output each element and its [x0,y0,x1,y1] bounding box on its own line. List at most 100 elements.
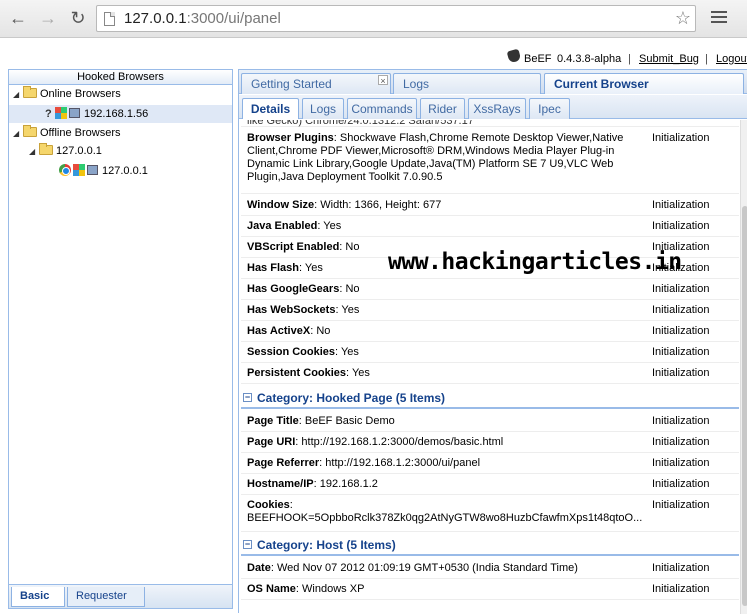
scrollbar-thumb[interactable] [742,206,747,606]
windows-logo-icon [73,164,85,176]
table-row[interactable]: Page URI: http://192.168.1.2:3000/demos/… [241,432,739,453]
address-bar[interactable]: 127.0.0.1:3000/ui/panel ☆ [96,5,696,32]
table-row[interactable]: Has GoogleGears: No Initialization [241,279,739,300]
collapse-triangle-icon[interactable]: ◢ [13,125,23,143]
collapse-triangle-icon[interactable]: ◢ [29,143,39,161]
tree-node-online-browsers[interactable]: ◢ Online Browsers [13,85,231,103]
main-panel: Getting Started × Logs Current Browser D… [238,69,747,614]
page-icon [104,12,115,26]
url-path: :3000/ui/panel [186,10,281,27]
reload-icon[interactable]: ↻ [68,8,88,28]
table-row[interactable]: Session Cookies: Yes Initialization [241,342,739,363]
collapse-toggle-icon[interactable]: − [243,540,252,549]
row-value: BeEF Basic Demo [304,415,395,427]
row-source: Initialization [652,499,710,511]
table-row[interactable]: Java Enabled: Yes Initialization [241,216,739,237]
subtab-rider[interactable]: Rider [420,98,465,119]
row-label: Java Enabled [247,220,318,232]
row-source: Initialization [652,304,710,316]
category-label: Category: Host (5 Items) [257,538,396,552]
submit-bug-link[interactable]: Submit_Bug [639,53,699,65]
row-content: Has GoogleGears: No [247,283,360,295]
tab-logs[interactable]: Logs [393,73,541,94]
row-label: Has Flash [247,262,299,274]
row-label: Has GoogleGears [247,283,340,295]
table-row[interactable]: Has ActiveX: No Initialization [241,321,739,342]
beef-logo-icon [506,48,522,64]
app-name: BeEF [524,53,552,65]
table-row[interactable]: Has WebSockets: Yes Initialization [241,300,739,321]
row-content: Browser Plugins: Shockwave Flash,Chrome … [247,132,624,183]
row-source: Initialization [652,415,710,427]
computer-icon [69,108,80,118]
row-source: Initialization [652,283,710,295]
tab-basic[interactable]: Basic [11,587,65,607]
table-row[interactable]: Window Size: Width: 1366, Height: 677 In… [241,195,739,216]
hooked-browsers-panel: Hooked Browsers ◢ Online Browsers ? 192.16… [8,69,233,609]
row-source: Initialization [652,132,710,144]
row-label: Persistent Cookies [247,367,347,379]
subtab-ipec[interactable]: Ipec [529,98,570,119]
question-mark-icon: ? [45,108,52,120]
row-source: Initialization [652,220,710,232]
tree-node-offline-host[interactable]: ◢ 127.0.0.1 [29,142,229,160]
folder-icon [39,143,53,155]
close-icon[interactable]: × [378,75,388,86]
category-label: Category: Hooked Page (5 Items) [257,391,446,405]
forward-arrow-icon[interactable]: → [38,8,58,28]
tree-node-online-host[interactable]: ? 192.168.1.56 [9,105,232,123]
row-label: Date [247,562,271,574]
back-arrow-icon[interactable]: ← [8,8,28,28]
row-content: Java Enabled: Yes [247,220,342,232]
tab-current-browser[interactable]: Current Browser [544,73,744,94]
tab-requester[interactable]: Requester [67,587,145,607]
row-content: Cookies: BEEFHOOK=5OpbboRclk378Zk0qg2AtNy… [247,499,643,524]
table-row[interactable]: Hostname/IP: 192.168.1.2 Initialization [241,474,739,495]
row-content: Window Size: Width: 1366, Height: 677 [247,199,442,211]
tab-label: Getting Started [251,77,332,91]
subtab-details[interactable]: Details [242,98,299,119]
url-host: 127.0.0.1 [124,10,187,27]
tree-label: 127.0.0.1 [56,145,102,157]
table-row[interactable]: Cookies: BEEFHOOK=5OpbboRclk378Zk0qg2AtNy… [241,495,739,532]
tree-label: Online Browsers [40,88,121,100]
row-label: OS Name [247,583,296,595]
row-label: Session Cookies [247,346,336,358]
windows-logo-icon [55,107,67,119]
subtab-logs[interactable]: Logs [302,98,344,119]
logout-link[interactable]: Logout [716,53,747,65]
category-header-hooked-page[interactable]: − Category: Hooked Page (5 Items) [241,387,739,409]
row-value: Yes [351,367,370,379]
header-separator: | [705,53,708,65]
tab-getting-started[interactable]: Getting Started × [241,73,391,94]
subtab-xssrays[interactable]: XssRays [468,98,526,119]
table-row[interactable]: OS Name: Windows XP Initialization [241,579,739,600]
table-row[interactable]: Page Referrer: http://192.168.1.2:3000/u… [241,453,739,474]
row-content: Has ActiveX: No [247,325,331,337]
row-value: Yes [323,220,342,232]
panel-title: Hooked Browsers [9,70,232,85]
row-label: Hostname/IP [247,478,314,490]
collapse-toggle-icon[interactable]: − [243,393,252,402]
url-text[interactable]: 127.0.0.1:3000/ui/panel [124,10,281,27]
category-header-host[interactable]: − Category: Host (5 Items) [241,534,739,556]
table-row[interactable]: Persistent Cookies: Yes Initialization [241,363,739,384]
vertical-scrollbar[interactable] [740,120,747,614]
row-value: Yes [341,304,360,316]
tree-node-offline-browser[interactable]: 127.0.0.1 [59,162,229,180]
bookmark-star-icon[interactable]: ☆ [675,8,691,29]
row-content: Persistent Cookies: Yes [247,367,370,379]
browser-menu-icon[interactable] [711,11,727,23]
row-source: Initialization [652,562,710,574]
row-source: Initialization [652,199,710,211]
table-row[interactable]: Browser Plugins: Shockwave Flash,Chrome … [241,128,739,194]
table-row[interactable]: Date: Wed Nov 07 2012 01:09:19 GMT+0530 … [241,558,739,579]
details-grid: like Gecko) Chrome/24.0.1312.2 Safari/53… [239,120,739,614]
row-label: Page Title [247,415,299,427]
row-label: VBScript Enabled [247,241,340,253]
collapse-triangle-icon[interactable]: ◢ [13,86,23,104]
row-value: http://192.168.1.2:3000/demos/basic.html [301,436,504,448]
tree-node-offline-browsers[interactable]: ◢ Offline Browsers [13,124,231,142]
table-row[interactable]: Page Title: BeEF Basic Demo Initializati… [241,411,739,432]
subtab-commands[interactable]: Commands [347,98,417,119]
